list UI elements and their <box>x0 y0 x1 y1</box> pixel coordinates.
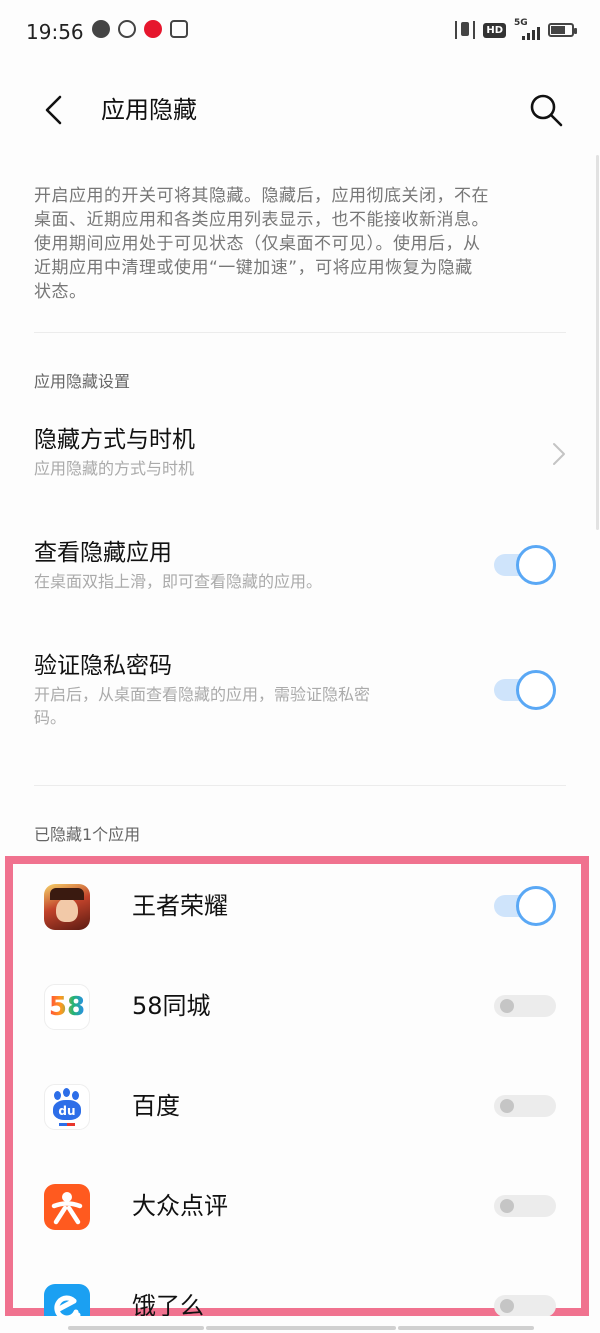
status-system-icons: HD 5G <box>455 18 577 40</box>
status-notification-icons <box>92 20 188 38</box>
play-icon <box>170 20 188 38</box>
chevron-right-icon <box>553 443 565 465</box>
setting-hide-mode[interactable]: 隐藏方式与时机 应用隐藏的方式与时机 <box>34 424 566 480</box>
vibrate-icon <box>455 21 476 39</box>
setting-subtitle: 开启后，从桌面查看隐藏的应用，需验证隐私密 码。 <box>34 685 371 727</box>
dianping-icon <box>44 1184 90 1230</box>
app-row-honor-of-kings[interactable]: 王者荣耀 <box>13 856 597 956</box>
setting-title: 查看隐藏应用 <box>34 540 172 566</box>
battery-icon <box>548 23 577 37</box>
hidden-app-list: 王者荣耀 58 58同城 du 百度 大众点评 饿了么 <box>5 856 589 1316</box>
signal-icon: 5G <box>514 18 540 40</box>
app-hide-toggle[interactable] <box>494 1086 556 1126</box>
page-title: 应用隐藏 <box>101 96 197 124</box>
description-text: 开启应用的开关可将其隐藏。隐藏后，应用彻底关闭，不在 桌面、近期应用和各类应用列… <box>34 186 489 302</box>
honor-of-kings-icon <box>44 884 90 930</box>
app-name: 大众点评 <box>132 1192 228 1220</box>
setting-title: 验证隐私密码 <box>34 653 172 679</box>
scrollbar[interactable] <box>596 155 599 530</box>
back-arrow-icon[interactable] <box>36 92 72 128</box>
app-row-58-city[interactable]: 58 58同城 <box>13 956 597 1056</box>
hd-badge: HD <box>483 22 506 38</box>
search-icon[interactable] <box>528 92 564 128</box>
verify-password-toggle[interactable] <box>494 670 556 710</box>
settings-section-header: 应用隐藏设置 <box>34 372 131 391</box>
app-hide-toggle[interactable] <box>494 886 556 926</box>
divider <box>34 785 566 786</box>
app-name: 王者荣耀 <box>132 892 228 920</box>
eleme-icon <box>44 1284 90 1316</box>
status-bar: 19:56 HD 5G <box>0 0 600 62</box>
status-time: 19:56 <box>26 20 84 44</box>
setting-verify-password: 验证隐私密码 开启后，从桌面查看隐藏的应用，需验证隐私密 码。 <box>34 650 566 729</box>
app-row-dianping[interactable]: 大众点评 <box>13 1156 597 1256</box>
nav-bar-segment <box>398 1326 534 1330</box>
setting-view-hidden-apps: 查看隐藏应用 在桌面双指上滑，即可查看隐藏的应用。 <box>34 537 566 593</box>
music-icon <box>92 20 110 38</box>
setting-subtitle: 应用隐藏的方式与时机 <box>34 459 195 478</box>
view-hidden-apps-toggle[interactable] <box>494 545 556 585</box>
setting-title: 隐藏方式与时机 <box>34 427 195 453</box>
hidden-apps-section-header: 已隐藏1个应用 <box>34 825 141 844</box>
hotspot-icon <box>118 20 136 38</box>
divider <box>34 332 566 333</box>
app-row-eleme[interactable]: 饿了么 <box>13 1256 597 1316</box>
app-hide-toggle[interactable] <box>494 1286 556 1316</box>
app-name: 饿了么 <box>132 1292 204 1316</box>
nav-bar-segment <box>206 1326 396 1330</box>
nav-bar-segment <box>68 1326 204 1330</box>
app-row-baidu[interactable]: du 百度 <box>13 1056 597 1156</box>
app-hide-toggle[interactable] <box>494 986 556 1026</box>
baidu-icon: du <box>44 1084 90 1130</box>
setting-subtitle: 在桌面双指上滑，即可查看隐藏的应用。 <box>34 572 323 591</box>
app-name: 百度 <box>132 1092 180 1120</box>
app-name: 58同城 <box>132 992 211 1020</box>
weibo-icon <box>144 20 162 38</box>
58-city-icon: 58 <box>44 984 90 1030</box>
app-hide-toggle[interactable] <box>494 1186 556 1226</box>
app-bar: 应用隐藏 <box>0 62 600 160</box>
